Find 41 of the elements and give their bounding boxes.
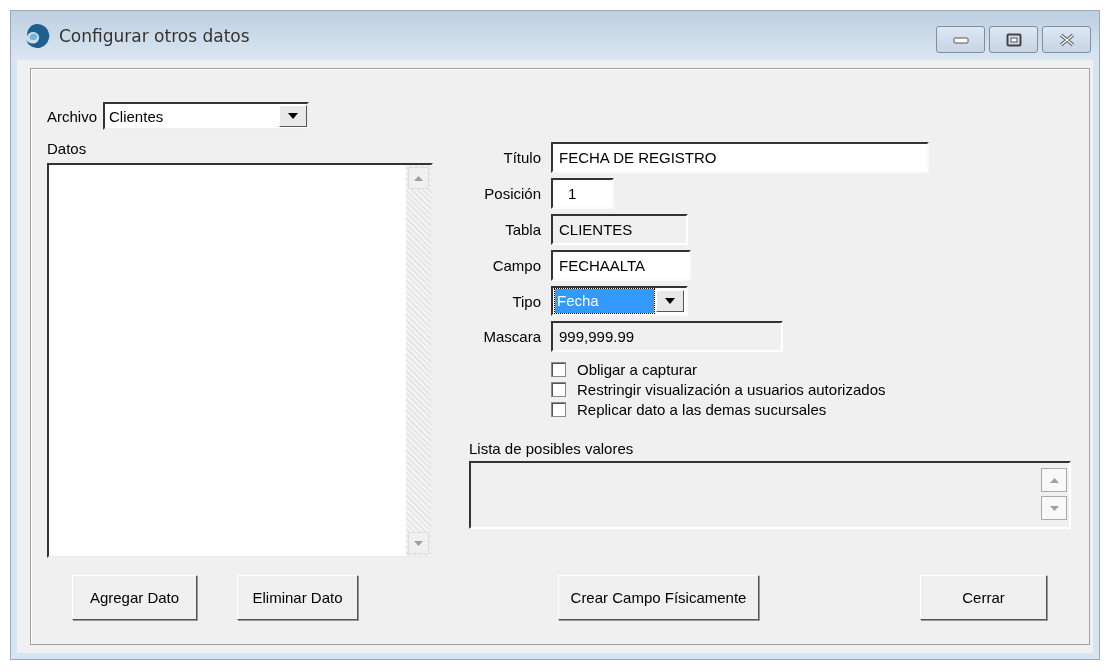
push-button[interactable]: Cerrar: [920, 575, 1047, 620]
push-button[interactable]: Crear Campo Físicamente: [558, 575, 759, 620]
scrollbar[interactable]: [406, 165, 431, 556]
checkbox[interactable]: [551, 402, 566, 417]
values-list-label: Lista de posibles valores: [469, 440, 635, 457]
input-field[interactable]: FECHAALTA: [551, 250, 691, 281]
datos-label: Datos: [47, 140, 88, 157]
checkbox-label[interactable]: Obligar a capturar: [577, 361, 698, 378]
field-label: Tabla: [504, 221, 541, 238]
up-arrow-icon: [414, 175, 423, 181]
field-label: Mascara: [482, 328, 541, 345]
field-label: Tipo: [511, 292, 541, 310]
minimize-button[interactable]: [936, 26, 985, 53]
input-field[interactable]: FECHA DE REGISTRO: [551, 142, 929, 173]
checkbox[interactable]: [551, 382, 566, 397]
checkbox-label[interactable]: Restringir visualización a usuarios autorizados: [577, 381, 886, 398]
window-title: Configurar otros datos: [59, 25, 250, 46]
maximize-button[interactable]: [989, 26, 1038, 53]
down-arrow-icon: [414, 540, 423, 546]
checkbox-label[interactable]: Replicar dato a las demas sucursales: [577, 401, 827, 418]
field-label: Posición: [483, 185, 541, 202]
values-list[interactable]: [469, 461, 1071, 529]
swirl-icon: [23, 21, 51, 50]
archivo-label: Archivo: [47, 107, 98, 125]
readonly-field[interactable]: CLIENTES: [551, 214, 688, 245]
close-button[interactable]: [1042, 26, 1091, 53]
checkbox[interactable]: [551, 362, 566, 377]
input-field[interactable]: 1: [551, 178, 614, 209]
down-arrow-icon: [1049, 505, 1059, 511]
up-arrow-icon: [1049, 477, 1059, 483]
push-button[interactable]: Eliminar Dato: [237, 575, 358, 620]
readonly-field[interactable]: 999,999.99: [551, 321, 783, 352]
archivo-dropdown[interactable]: Clientes: [103, 102, 310, 130]
push-button[interactable]: Agregar Dato: [72, 575, 197, 620]
caret-icon: [665, 298, 675, 304]
maximize-icon: [1005, 32, 1022, 47]
close-icon: [1057, 32, 1076, 47]
field-label: Título: [502, 149, 541, 166]
caret-icon: [288, 113, 299, 119]
minimize-icon: [952, 35, 969, 44]
field-label: Campo: [491, 257, 541, 274]
